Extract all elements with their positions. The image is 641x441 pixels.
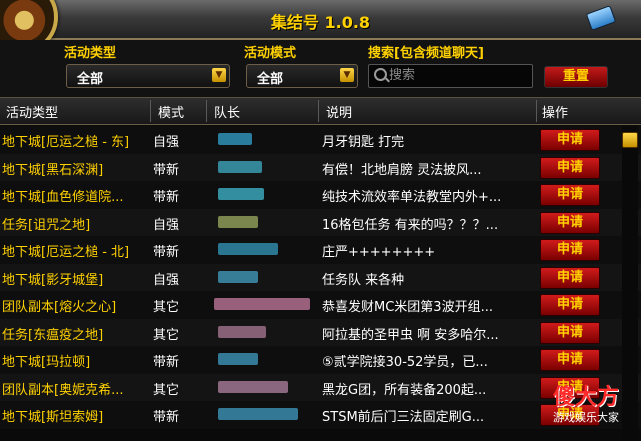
table-row[interactable]: 团队副本[熔火之心] 其它 恭喜发财MC米团第3波开组... 申请: [0, 291, 641, 319]
row-leader-redacted: [210, 351, 318, 368]
row-mode: 自强: [153, 135, 180, 150]
watermark-subtitle: 游戏娱乐大家: [553, 411, 619, 424]
table-row[interactable]: 任务[东瘟疫之地] 其它 阿拉基的圣甲虫 啊 安多哈尔... 申请: [0, 318, 641, 346]
row-leader-redacted: [210, 131, 318, 148]
row-activity-type: 地下城[黑石深渊]: [2, 162, 104, 178]
row-activity-type: 地下城[玛拉顿]: [2, 355, 91, 370]
row-mode: 其它: [153, 300, 180, 315]
header-divider: [206, 100, 207, 122]
row-description: 月牙钥匙 打完: [322, 135, 405, 150]
row-description: 任务队 来各种: [322, 272, 405, 288]
row-mode: 带新: [153, 190, 180, 205]
activity-type-label: 活动类型: [64, 46, 117, 61]
apply-button[interactable]: 申请: [540, 156, 600, 179]
row-leader-redacted: [210, 186, 318, 203]
header-leader[interactable]: 队长: [214, 102, 240, 121]
header-action: 操作: [542, 106, 569, 121]
table-header: 活动类型 模式 队长 说明 操作: [0, 98, 641, 125]
table-row[interactable]: 地下城[厄运之槌 - 北] 带新 庄严++++++++ 申请: [0, 236, 641, 264]
table-row[interactable]: 地下城[厄运之槌 - 东] 自强 月牙钥匙 打完 申请: [0, 126, 641, 154]
row-activity-type: 地下城[厄运之槌 - 东]: [2, 135, 130, 150]
filter-panel: 活动类型 全部 ▼ 活动模式 全部 ▼ 搜索[包含频道聊天] 重置: [0, 40, 641, 98]
row-mode: 带新: [153, 410, 180, 425]
apply-button[interactable]: 申请: [540, 129, 600, 151]
header-description[interactable]: 说明: [326, 102, 352, 121]
row-leader-redacted: [210, 379, 318, 396]
row-activity-type: 地下城[影牙城堡]: [2, 272, 104, 288]
header-divider: [536, 100, 537, 122]
chevron-down-icon[interactable]: ▼: [340, 68, 354, 82]
table-row[interactable]: 地下城[黑石深渊] 带新 有偿！北地肩膀 灵法披风... 申请: [0, 153, 641, 181]
header-mode[interactable]: 模式: [158, 102, 184, 121]
apply-button[interactable]: 申请: [540, 184, 600, 206]
window-title: 集结号 1.0.8: [270, 13, 371, 32]
header-activity-type[interactable]: 活动类型: [6, 102, 58, 121]
row-leader-redacted: [210, 406, 318, 423]
row-leader-redacted: [210, 324, 318, 341]
activity-type-value: 全部: [77, 72, 104, 87]
table-row[interactable]: 地下城[影牙城堡] 自强 任务队 来各种 申请: [0, 263, 641, 291]
activity-mode-value: 全部: [257, 72, 284, 87]
row-description: 有偿！北地肩膀 灵法披风...: [322, 162, 482, 178]
chevron-down-icon[interactable]: ▼: [212, 68, 226, 82]
row-activity-type: 任务[东瘟疫之地]: [2, 327, 104, 343]
row-description: 黑龙G团，所有装备200起...: [322, 382, 487, 398]
search-input[interactable]: [389, 66, 527, 84]
table-row[interactable]: 地下城[玛拉顿] 带新 ⑤贰学院接30-52学员，已... 申请: [0, 346, 641, 374]
apply-button[interactable]: 申请: [540, 239, 600, 261]
row-activity-type: 地下城[厄运之槌 - 北]: [2, 245, 130, 260]
apply-button[interactable]: 申请: [540, 266, 600, 289]
row-description: ⑤贰学院接30-52学员，已...: [322, 355, 488, 370]
row-activity-type: 地下城[血色修道院...: [2, 190, 124, 205]
row-leader-redacted: [210, 296, 318, 313]
activity-type-dropdown[interactable]: 全部 ▼: [66, 64, 230, 88]
row-leader-redacted: [210, 241, 318, 258]
apply-button[interactable]: 申请: [540, 349, 600, 371]
row-mode: 自强: [153, 217, 180, 233]
row-activity-type: 团队副本[奥妮克希...: [2, 382, 124, 398]
table-row[interactable]: 任务[诅咒之地] 自强 16格包任务 有来的吗？？？... 申请: [0, 208, 641, 236]
search-box[interactable]: [368, 64, 533, 88]
watermark: 傻大方 游戏娱乐大家: [536, 385, 636, 435]
row-leader-redacted: [210, 159, 318, 176]
row-activity-type: 任务[诅咒之地]: [2, 217, 91, 233]
header-divider: [318, 100, 319, 122]
activity-mode-dropdown[interactable]: 全部 ▼: [246, 64, 358, 88]
search-icon: [374, 68, 387, 81]
scroll-up-icon[interactable]: [622, 132, 638, 148]
apply-button[interactable]: 申请: [540, 294, 600, 316]
row-activity-type: 地下城[斯坦索姆]: [2, 410, 104, 425]
row-mode: 带新: [153, 162, 180, 178]
reset-button[interactable]: 重置: [544, 66, 608, 88]
row-description: 庄严++++++++: [322, 245, 436, 260]
row-leader-redacted: [210, 214, 318, 231]
row-mode: 带新: [153, 245, 180, 260]
row-mode: 带新: [153, 355, 180, 370]
watermark-title: 傻大方: [552, 385, 619, 410]
activity-mode-label: 活动模式: [244, 46, 297, 61]
header-divider: [150, 100, 151, 122]
apply-button[interactable]: 申请: [540, 211, 600, 234]
row-description: 纯技术流效率单法教堂内外+...: [322, 190, 502, 205]
row-mode: 其它: [153, 327, 180, 343]
row-description: 16格包任务 有来的吗？？？...: [322, 217, 499, 233]
row-activity-type: 团队副本[熔火之心]: [2, 300, 117, 315]
title-bar: 集结号 1.0.8: [0, 0, 641, 54]
row-description: 阿拉基的圣甲虫 啊 安多哈尔...: [322, 327, 499, 343]
row-mode: 自强: [153, 272, 180, 288]
row-description: 恭喜发财MC米团第3波开组...: [322, 300, 493, 315]
row-description: STSM前后门三法固定刷G...: [322, 410, 485, 425]
table-row[interactable]: 地下城[血色修道院... 带新 纯技术流效率单法教堂内外+... 申请: [0, 181, 641, 209]
search-label: 搜索[包含频道聊天]: [368, 46, 484, 61]
row-leader-redacted: [210, 269, 318, 286]
apply-button[interactable]: 申请: [540, 321, 600, 344]
row-mode: 其它: [153, 382, 180, 398]
